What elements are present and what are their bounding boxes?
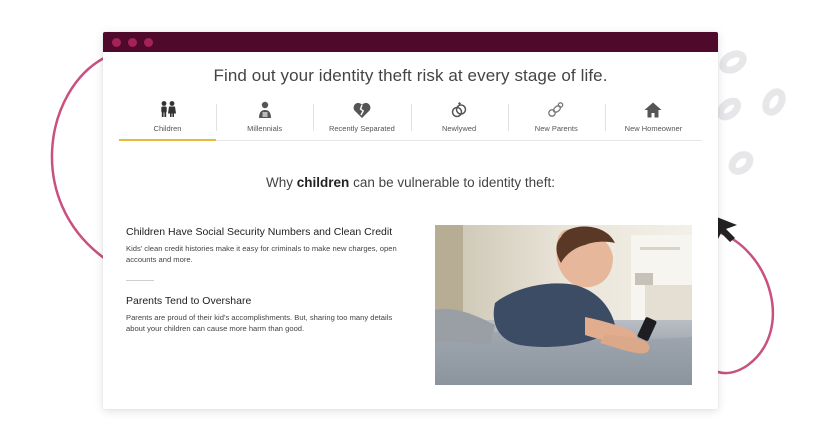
page-headline: Find out your identity theft risk at eve… — [213, 66, 608, 85]
broken-heart-icon — [353, 102, 371, 118]
child-with-phone-photo — [435, 225, 692, 385]
browser-window: Find out your identity theft risk at eve… — [103, 32, 718, 409]
point-title: Parents Tend to Overshare — [126, 295, 252, 307]
section-heading-prefix: Why — [266, 175, 297, 190]
rings-icon — [451, 102, 467, 118]
tab-label: Newlywed — [441, 124, 477, 133]
millennial-icon — [258, 101, 271, 118]
section-heading: Why children can be vulnerable to identi… — [103, 175, 718, 190]
tab-label: Millennials — [247, 124, 283, 133]
window-dot-close[interactable] — [112, 37, 121, 47]
tab-label: Recently Separated — [328, 124, 395, 133]
tab-newlywed[interactable]: Newlywed — [410, 100, 508, 140]
tab-label: New Parents — [534, 124, 578, 133]
point-title: Children Have Social Security Numbers an… — [126, 226, 393, 238]
section-heading-suffix: can be vulnerable to identity theft: — [349, 175, 555, 190]
pacifier-icon — [548, 102, 564, 117]
point-body: Kids’ clean credit histories make it eas… — [126, 244, 397, 264]
house-icon — [644, 102, 662, 118]
tab-new-homeowner[interactable]: New Homeowner — [604, 100, 702, 140]
divider — [126, 280, 154, 281]
window-titlebar — [103, 32, 718, 52]
tab-children[interactable]: Children — [119, 100, 216, 141]
children-icon — [160, 101, 176, 117]
point-body: Parents are proud of their kid’s accompl… — [126, 313, 393, 333]
photo-illustration — [435, 225, 692, 385]
pill-shapes — [716, 50, 786, 175]
tab-millennials[interactable]: Millennials — [216, 100, 313, 140]
tab-new-parents[interactable]: New Parents — [507, 100, 605, 140]
left-arc — [50, 56, 106, 260]
window-dot-maximize[interactable] — [144, 37, 153, 47]
tab-label: Children — [153, 124, 182, 133]
life-stage-tabs: Children Millennials Recently Separated — [119, 100, 702, 141]
section-heading-emphasis: children — [296, 175, 350, 190]
window-dot-minimize[interactable] — [128, 37, 137, 47]
tab-recently-separated[interactable]: Recently Separated — [313, 100, 410, 140]
right-arc — [716, 230, 774, 375]
tab-label: New Homeowner — [624, 124, 683, 133]
vulnerability-points: Children Have Social Security Numbers an… — [126, 226, 411, 334]
